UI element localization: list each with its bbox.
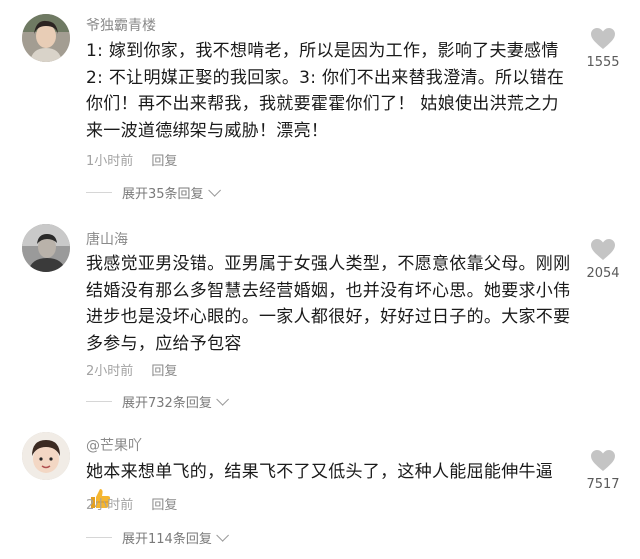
comment-text: 我感觉亚男没错。亚男属于女强人类型，不愿意依靠父母。刚刚结婚没有那么多智慧去经营… <box>86 254 571 354</box>
divider <box>86 537 112 538</box>
username[interactable]: @芒果吖 <box>86 435 142 455</box>
comment-meta: 2小时前 回复 <box>86 494 177 513</box>
timestamp: 1小时前 <box>86 154 134 169</box>
heart-icon <box>591 28 615 49</box>
timestamp: 2小时前 <box>86 364 134 379</box>
like-button[interactable]: 7517 <box>578 449 628 492</box>
like-count: 1555 <box>586 55 620 70</box>
divider <box>86 401 112 402</box>
avatar[interactable] <box>22 14 70 62</box>
avatar[interactable] <box>22 432 70 480</box>
comment-item: 唐山海 我感觉亚男没错。亚男属于女强人类型，不愿意依靠父母。刚刚结婚没有那么多智… <box>0 205 640 415</box>
expand-replies-button[interactable]: 展开732条回复 <box>86 392 229 411</box>
comment-text-content: 她本来想单飞的，结果飞不了又低头了，这种人能屈能伸牛逼 <box>86 462 554 482</box>
heart-icon <box>591 450 615 471</box>
avatar-child-icon <box>22 432 70 480</box>
comment-meta: 2小时前 回复 <box>86 360 177 379</box>
avatar-girl-icon <box>22 14 70 62</box>
username[interactable]: 唐山海 <box>86 229 128 249</box>
like-count: 7517 <box>586 477 620 492</box>
timestamp: 2小时前 <box>86 498 134 513</box>
like-button[interactable]: 2054 <box>578 238 628 281</box>
avatar[interactable] <box>22 224 70 272</box>
expand-replies-button[interactable]: 展开114条回复 <box>86 528 229 547</box>
chevron-down-icon <box>216 529 229 542</box>
expand-replies-button[interactable]: 展开35条回复 <box>86 183 221 202</box>
username[interactable]: 爷独霸青楼 <box>86 15 156 35</box>
like-button[interactable]: 1555 <box>578 27 628 70</box>
heart-icon <box>591 239 615 260</box>
comment-text: 1: 嫁到你家，我不想啃老，所以是因为工作，影响了夫妻感情2: 不让明媒正娶的我… <box>86 41 565 141</box>
reply-button[interactable]: 回复 <box>151 154 177 169</box>
reply-button[interactable]: 回复 <box>151 364 177 379</box>
chevron-down-icon <box>207 184 221 197</box>
comment-meta: 1小时前 回复 <box>86 150 177 169</box>
expand-replies-label: 展开732条回复 <box>122 396 212 411</box>
comment-item: 爷独霸青楼 1: 嫁到你家，我不想啃老，所以是因为工作，影响了夫妻感情2: 不让… <box>0 0 640 205</box>
reply-button[interactable]: 回复 <box>151 498 177 513</box>
expand-replies-label: 展开114条回复 <box>122 532 212 547</box>
chevron-down-icon <box>216 393 229 406</box>
expand-replies-label: 展开35条回复 <box>122 187 204 202</box>
comment-item: @芒果吖 她本来想单飞的，结果飞不了又低头了，这种人能屈能伸牛逼 2小时前 回复… <box>0 415 640 559</box>
divider <box>86 192 112 193</box>
like-count: 2054 <box>586 266 620 281</box>
avatar-man-icon <box>22 224 70 272</box>
